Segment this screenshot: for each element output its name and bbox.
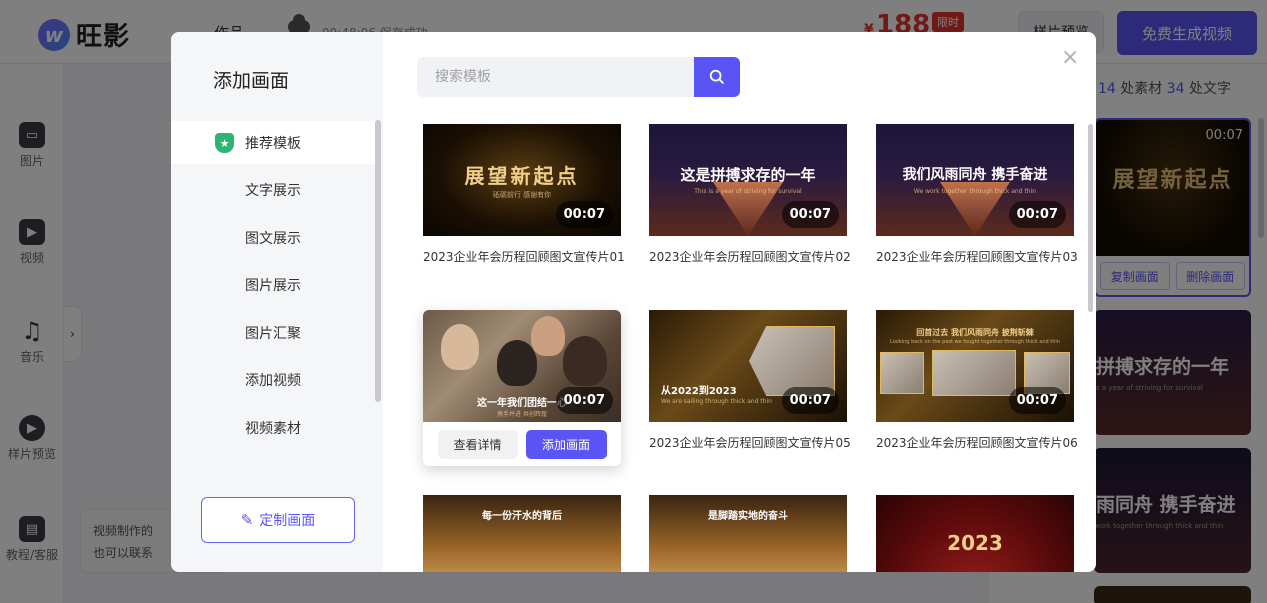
template-name: 2023企业年会历程回顾图文宣传片02	[649, 250, 851, 264]
duration-badge: 00:07	[781, 387, 839, 414]
template-name: 2023企业年会历程回顾图文宣传片01	[423, 250, 625, 264]
recommend-badge-icon: ★	[215, 133, 234, 153]
dialog-title: 添加画面	[213, 70, 290, 92]
thumb-subtitle: This is a year of striving for survival	[694, 188, 802, 195]
add-scene-button[interactable]: 添加画面	[525, 429, 607, 459]
category-label: 图文展示	[245, 230, 301, 247]
thumb-title: 我们风雨同舟 携手奋进	[902, 167, 1048, 183]
duration-badge: 00:07	[781, 201, 839, 228]
add-scene-dialog: 添加画面 ★ 推荐模板 文字展示 图文展示 图片展示 图片汇聚 添加视频 视频素…	[171, 32, 1096, 572]
photo-person	[441, 324, 479, 370]
thumb-title: 从2022到2023	[661, 386, 737, 397]
thumb-photo	[932, 350, 1016, 396]
template-name: 2023企业年会历程回顾图文宣传片05	[649, 436, 851, 450]
category-video-material[interactable]: 视频素材	[171, 406, 375, 449]
thumb-title: 展望新起点	[464, 164, 580, 188]
category-label: 推荐模板	[245, 135, 301, 152]
category-label: 图片汇聚	[245, 325, 301, 342]
template-thumbnail: 回首过去 我们风雨同舟 披荆斩棘 Looking back on the pas…	[876, 310, 1074, 422]
category-image-display[interactable]: 图片展示	[171, 263, 375, 306]
category-sidebar: 添加画面 ★ 推荐模板 文字展示 图文展示 图片展示 图片汇聚 添加视频 视频素…	[171, 32, 383, 572]
thumb-subtitle: 砥砺前行 感谢有你	[492, 191, 552, 199]
template-card[interactable]: 展望新起点 砥砺前行 感谢有你 00:07 2023企业年会历程回顾图文宣传片0…	[423, 124, 625, 265]
template-thumbnail: 这是拼搏求存的一年 This is a year of striving for…	[649, 124, 847, 236]
template-name: 2023企业年会历程回顾图文宣传片03	[876, 250, 1078, 264]
template-thumbnail: 每一份汗水的背后	[423, 495, 621, 572]
template-card[interactable]: 回首过去 我们风雨同舟 披荆斩棘 Looking back on the pas…	[876, 310, 1078, 451]
template-thumbnail: 我们风雨同舟 携手奋进 We work together through thi…	[876, 124, 1074, 236]
category-add-video[interactable]: 添加视频	[171, 358, 375, 401]
category-text-display[interactable]: 文字展示	[171, 168, 375, 211]
template-search-input[interactable]	[417, 57, 695, 97]
category-recommended[interactable]: ★ 推荐模板	[171, 121, 375, 164]
category-image-text[interactable]: 图文展示	[171, 216, 375, 259]
template-thumbnail: 展望新起点 砥砺前行 感谢有你 00:07	[423, 124, 621, 236]
duration-badge: 00:07	[555, 387, 613, 414]
template-card[interactable]: 每一份汗水的背后	[423, 495, 621, 572]
thumb-subtitle: Looking back on the past we fought toget…	[890, 339, 1060, 345]
template-card[interactable]: 2023	[876, 495, 1074, 572]
photo-person	[497, 340, 537, 386]
duration-badge: 00:07	[1008, 387, 1066, 414]
close-icon[interactable]: ×	[1061, 47, 1079, 69]
thumb-title: 回首过去 我们风雨同舟 披荆斩棘	[916, 328, 1034, 337]
search-button[interactable]	[694, 57, 740, 97]
category-label: 文字展示	[245, 182, 301, 199]
custom-scene-label: 定制画面	[259, 513, 316, 529]
template-thumbnail: 是脚踏实地的奋斗	[649, 495, 847, 572]
template-thumbnail: 2023	[876, 495, 1074, 572]
photo-person	[531, 316, 565, 356]
photo-person	[563, 336, 607, 386]
thumb-title: 2023	[947, 531, 1003, 555]
thumb-photo	[880, 352, 924, 394]
sidebar-scrollbar[interactable]	[375, 120, 381, 402]
template-name: 2023企业年会历程回顾图文宣传片06	[876, 436, 1078, 450]
template-card[interactable]: 这是拼搏求存的一年 This is a year of striving for…	[649, 124, 851, 265]
template-thumbnail: 从2022到2023 We are sailing through thick …	[649, 310, 847, 422]
duration-badge: 00:07	[1008, 201, 1066, 228]
template-thumbnail: 这一年我们团结一心 携手并进 共创辉煌 00:07	[423, 310, 621, 422]
thumb-title: 这是拼搏求存的一年	[680, 166, 816, 184]
category-label: 图片展示	[245, 277, 301, 294]
thumb-subtitle: We work together through thick and thin	[913, 188, 1037, 195]
view-details-button[interactable]: 查看详情	[437, 429, 518, 459]
template-grid-scrollbar[interactable]	[1088, 124, 1093, 312]
duration-badge: 00:07	[555, 201, 613, 228]
category-label: 添加视频	[245, 372, 301, 389]
category-label: 视频素材	[245, 420, 301, 437]
category-image-collage[interactable]: 图片汇聚	[171, 311, 375, 354]
thumb-photo	[749, 326, 835, 396]
custom-scene-button[interactable]: ✎ 定制画面	[201, 497, 355, 543]
thumb-subtitle: We are sailing through thick and thin	[661, 398, 772, 405]
pen-icon: ✎	[240, 511, 254, 529]
search-icon	[709, 69, 724, 84]
template-card-hovered[interactable]: 这一年我们团结一心 携手并进 共创辉煌 00:07 查看详情 添加画面	[423, 310, 621, 466]
thumb-title: 是脚踏实地的奋斗	[708, 511, 788, 522]
template-card[interactable]: 从2022到2023 We are sailing through thick …	[649, 310, 851, 451]
thumb-title: 每一份汗水的背后	[482, 511, 562, 522]
template-actions: 查看详情 添加画面	[423, 422, 621, 466]
template-card[interactable]: 我们风雨同舟 携手奋进 We work together through thi…	[876, 124, 1078, 265]
template-card[interactable]: 是脚踏实地的奋斗	[649, 495, 847, 572]
